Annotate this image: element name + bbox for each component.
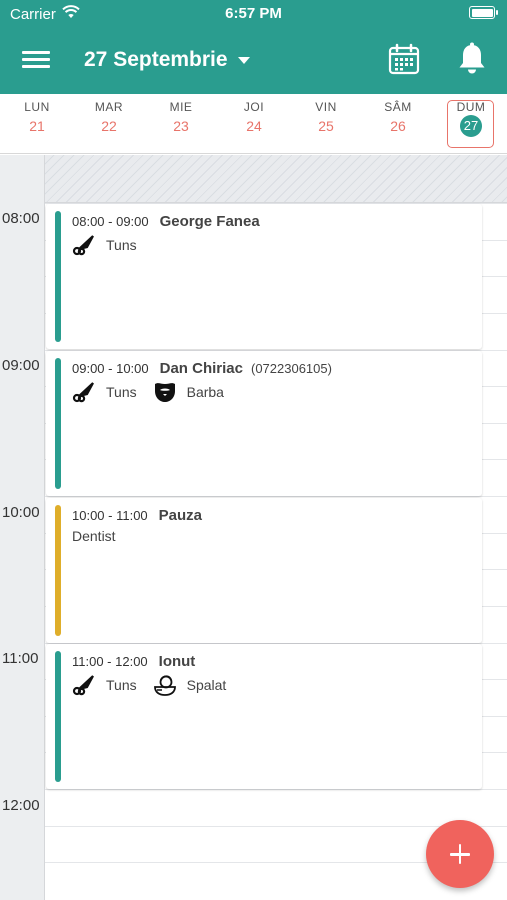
day-sun-selected[interactable]: DUM 27	[435, 100, 507, 148]
calendar-icon[interactable]	[388, 43, 420, 75]
day-number: 25	[318, 118, 334, 134]
day-number: 26	[390, 118, 406, 134]
time-column	[0, 155, 45, 900]
client-name: Ionut	[158, 653, 196, 670]
day-name: VIN	[315, 100, 337, 114]
service-item: Spalat	[153, 674, 227, 696]
break-color-bar	[55, 505, 61, 636]
selected-day-frame	[447, 100, 494, 148]
date-picker-button[interactable]: 27 Septembrie	[84, 48, 250, 72]
client-name: George Fanea	[159, 213, 260, 230]
beard-icon	[154, 383, 175, 402]
service-item: Tuns	[72, 234, 137, 256]
service-label: Tuns	[106, 677, 137, 693]
day-schedule[interactable]: 08:00 09:00 10:00 11:00 12:00 08:00 - 09…	[0, 155, 507, 900]
day-tue[interactable]: MAR 22	[73, 100, 145, 134]
client-phone: (0722306105)	[250, 361, 332, 376]
day-wed[interactable]: MIE 23	[145, 100, 217, 134]
appointment-card[interactable]: 11:00 - 12:00 Ionut Tuns Spalat	[46, 644, 482, 789]
service-item: Tuns	[72, 674, 137, 696]
day-number: 23	[173, 118, 189, 134]
menu-icon[interactable]	[22, 48, 50, 70]
day-number: 24	[246, 118, 262, 134]
appointment-time: 09:00 - 10:00	[72, 361, 149, 376]
unavailable-slot	[45, 155, 507, 203]
client-name: Dan Chiriac	[159, 360, 243, 377]
hair-wash-icon	[153, 675, 176, 696]
hour-label: 11:00	[2, 650, 39, 667]
add-appointment-button[interactable]	[426, 820, 494, 888]
day-name: SÂM	[384, 100, 412, 114]
service-label: Spalat	[186, 677, 227, 693]
hour-label: 10:00	[2, 504, 40, 521]
day-number: 21	[29, 118, 45, 134]
week-strip: LUN 21 MAR 22 MIE 23 JOI 24 VIN 25 SÂM 2…	[0, 94, 507, 154]
appointment-time: 10:00 - 11:00	[72, 508, 148, 523]
scissors-icon	[72, 675, 94, 696]
scissors-icon	[72, 235, 94, 256]
break-title: Pauza	[158, 507, 203, 524]
day-sat[interactable]: SÂM 26	[362, 100, 434, 134]
current-date-label: 27 Septembrie	[84, 48, 228, 71]
caret-down-icon	[237, 56, 250, 64]
status-time: 6:57 PM	[225, 5, 282, 22]
hour-label: 08:00	[2, 210, 40, 227]
break-card[interactable]: 10:00 - 11:00 Pauza Dentist	[46, 498, 482, 643]
break-note: Dentist	[72, 528, 116, 544]
day-name: LUN	[24, 100, 50, 114]
appointment-color-bar	[55, 651, 61, 782]
service-label: Tuns	[106, 237, 137, 253]
day-fri[interactable]: VIN 25	[290, 100, 362, 134]
day-name: MAR	[94, 100, 124, 114]
appointment-color-bar	[55, 211, 61, 342]
status-bar: Carrier 6:57 PM	[0, 0, 507, 28]
service-item: Tuns	[72, 381, 137, 403]
bell-icon[interactable]	[456, 42, 488, 76]
battery-icon	[469, 6, 498, 19]
day-mon[interactable]: LUN 21	[1, 100, 73, 134]
hour-label: 12:00	[2, 797, 40, 814]
hour-label: 09:00	[2, 357, 40, 374]
service-item: Barba	[153, 381, 224, 403]
appointment-card[interactable]: 08:00 - 09:00 George Fanea Tuns	[46, 204, 482, 349]
service-label: Tuns	[106, 384, 137, 400]
day-number: 22	[101, 118, 117, 134]
day-name: JOI	[243, 100, 265, 114]
appointment-card[interactable]: 09:00 - 10:00 Dan Chiriac (0722306105) T…	[46, 351, 482, 496]
appointment-color-bar	[55, 358, 61, 489]
appointment-time: 08:00 - 09:00	[72, 214, 149, 229]
service-label: Barba	[186, 384, 224, 400]
day-thu[interactable]: JOI 24	[218, 100, 290, 134]
app-header: Carrier 6:57 PM 27 Septembrie	[0, 0, 507, 94]
day-name: MIE	[169, 100, 193, 114]
scissors-icon	[72, 382, 94, 403]
appointment-time: 11:00 - 12:00	[72, 654, 148, 669]
